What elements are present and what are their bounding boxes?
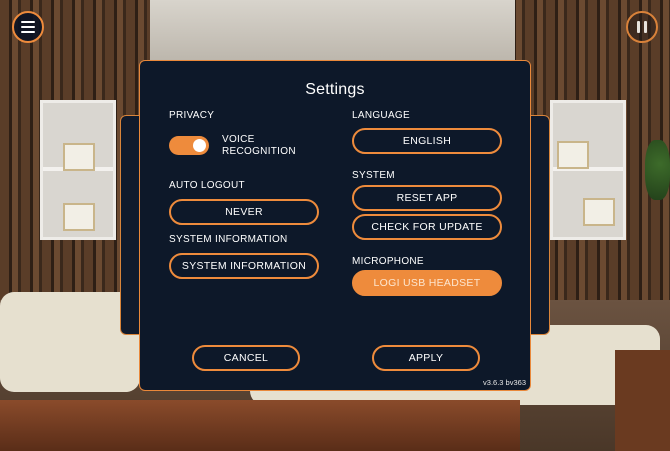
certificate-frame [63, 203, 95, 231]
system-information-button[interactable]: SYSTEM INFORMATION [169, 253, 319, 279]
system-information-label: SYSTEM INFORMATION [169, 234, 288, 245]
microphone-label: MICROPHONE [352, 256, 424, 267]
left-wall-shelf [40, 100, 116, 240]
privacy-label: PRIVACY [169, 110, 215, 121]
auto-logout-select[interactable]: NEVER [169, 199, 319, 225]
cancel-button[interactable]: CANCEL [192, 345, 300, 371]
language-label: LANGUAGE [352, 110, 410, 121]
voice-recognition-label: VOICE RECOGNITION [222, 134, 296, 157]
hamburger-menu-icon [21, 21, 35, 33]
auto-logout-label: AUTO LOGOUT [169, 180, 245, 191]
toggle-knob [193, 139, 206, 152]
pause-icon [637, 21, 647, 33]
dialog-title: Settings [305, 81, 365, 98]
decor-frame [557, 141, 589, 169]
coffee-table [0, 400, 520, 451]
right-wall-shelf [550, 100, 626, 240]
plant [645, 140, 670, 200]
system-label: SYSTEM [352, 170, 395, 181]
sofa-left [0, 292, 140, 392]
pause-button[interactable] [626, 11, 658, 43]
settings-dialog: Settings PRIVACY VOICE RECOGNITION AUTO … [139, 60, 531, 391]
reset-app-button[interactable]: RESET APP [352, 185, 502, 211]
stone-wall-panel [150, 0, 515, 60]
microphone-select[interactable]: LOGI USB HEADSET [352, 270, 502, 296]
menu-button[interactable] [12, 11, 44, 43]
apply-button[interactable]: APPLY [372, 345, 480, 371]
certificate-frame [63, 143, 95, 171]
certificate-frame [583, 198, 615, 226]
language-select[interactable]: ENGLISH [352, 128, 502, 154]
side-cabinet [615, 350, 670, 451]
voice-recognition-toggle[interactable] [169, 136, 209, 155]
version-text: v3.6.3 bv363 [483, 378, 526, 387]
check-for-update-button[interactable]: CHECK FOR UPDATE [352, 214, 502, 240]
